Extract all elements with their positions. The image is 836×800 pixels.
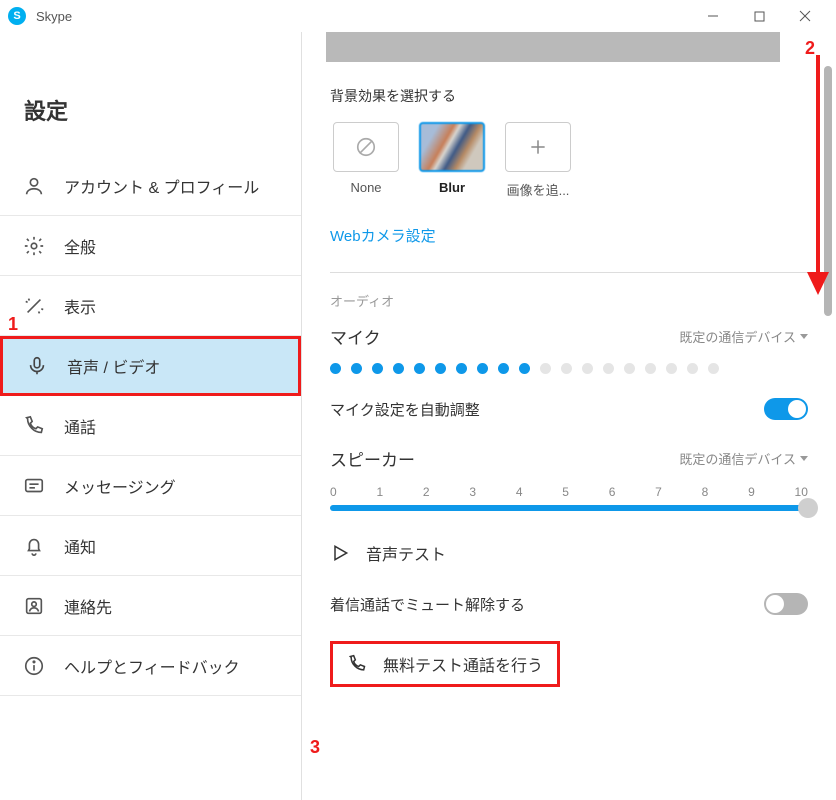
mic-level-indicator bbox=[330, 363, 808, 374]
sidebar-item-label: 全般 bbox=[64, 234, 96, 258]
minimize-button[interactable] bbox=[690, 2, 736, 30]
microphone-label: マイク bbox=[330, 324, 381, 349]
person-icon bbox=[22, 174, 46, 198]
sidebar-item-label: 連絡先 bbox=[64, 594, 112, 618]
callout-1: 1 bbox=[8, 314, 18, 335]
audio-test-button[interactable]: 音声テスト bbox=[330, 531, 808, 575]
phone-icon bbox=[22, 414, 46, 438]
sidebar-item-calling[interactable]: 通話 bbox=[0, 396, 301, 456]
bg-option-blur[interactable]: Blur bbox=[416, 122, 488, 199]
bg-option-none[interactable]: None bbox=[330, 122, 402, 199]
scroll-down-arrow bbox=[803, 50, 833, 298]
settings-title: 設定 bbox=[0, 32, 301, 156]
chevron-down-icon bbox=[800, 456, 808, 461]
free-test-call-button[interactable]: 無料テスト通話を行う bbox=[330, 641, 560, 687]
divider bbox=[330, 272, 808, 273]
sidebar-item-label: 表示 bbox=[64, 294, 96, 318]
titlebar: S Skype bbox=[0, 0, 836, 32]
sidebar-item-label: メッセージング bbox=[64, 474, 176, 498]
sidebar-item-label: ヘルプとフィードバック bbox=[64, 654, 240, 678]
slider-knob[interactable] bbox=[798, 498, 818, 518]
auto-adjust-toggle[interactable] bbox=[764, 398, 808, 420]
sidebar-item-account[interactable]: アカウント & プロフィール bbox=[0, 156, 301, 216]
bg-option-label: Blur bbox=[439, 180, 465, 195]
content-panel: 背景効果を選択する None Blur 画像を追... bbox=[302, 32, 836, 800]
sidebar-item-help[interactable]: ヘルプとフィードバック bbox=[0, 636, 301, 696]
wand-icon bbox=[22, 294, 46, 318]
video-preview-bottom bbox=[326, 32, 780, 62]
info-icon bbox=[22, 654, 46, 678]
skype-icon: S bbox=[8, 7, 26, 25]
message-icon bbox=[22, 474, 46, 498]
bg-option-label: 画像を追... bbox=[507, 180, 570, 199]
sidebar-item-contacts[interactable]: 連絡先 bbox=[0, 576, 301, 636]
play-icon bbox=[330, 543, 350, 563]
speaker-device-select[interactable]: 既定の通信デバイス bbox=[679, 449, 808, 468]
chevron-down-icon bbox=[800, 334, 808, 339]
speaker-label: スピーカー bbox=[330, 446, 415, 471]
sidebar-item-label: アカウント & プロフィール bbox=[64, 174, 259, 198]
bell-icon bbox=[22, 534, 46, 558]
sidebar-item-messaging[interactable]: メッセージング bbox=[0, 456, 301, 516]
bg-option-label: None bbox=[350, 180, 381, 195]
sidebar-item-label: 通話 bbox=[64, 414, 96, 438]
auto-adjust-label: マイク設定を自動調整 bbox=[330, 399, 480, 420]
sidebar-item-label: 通知 bbox=[64, 534, 96, 558]
microphone-device-select[interactable]: 既定の通信デバイス bbox=[679, 327, 808, 346]
contacts-icon bbox=[22, 594, 46, 618]
background-effect-label: 背景効果を選択する bbox=[330, 86, 808, 106]
sidebar-item-general[interactable]: 全般 bbox=[0, 216, 301, 276]
sidebar: 設定 アカウント & プロフィール 全般 表示 音声 / ビデオ bbox=[0, 32, 302, 800]
webcam-settings-link[interactable]: Webカメラ設定 bbox=[330, 225, 436, 246]
speaker-volume-slider[interactable]: 012345678910 bbox=[330, 485, 808, 511]
maximize-button[interactable] bbox=[736, 2, 782, 30]
audio-section-label: オーディオ bbox=[330, 291, 808, 310]
unmute-incoming-label: 着信通話でミュート解除する bbox=[330, 594, 525, 615]
microphone-icon bbox=[25, 354, 49, 378]
unmute-incoming-toggle[interactable] bbox=[764, 593, 808, 615]
close-button[interactable] bbox=[782, 2, 828, 30]
plus-icon bbox=[528, 137, 548, 157]
phone-icon bbox=[347, 654, 367, 674]
sidebar-item-appearance[interactable]: 表示 bbox=[0, 276, 301, 336]
sidebar-item-notifications[interactable]: 通知 bbox=[0, 516, 301, 576]
sidebar-item-label: 音声 / ビデオ bbox=[67, 354, 160, 378]
app-name: Skype bbox=[36, 9, 72, 24]
none-icon bbox=[355, 136, 377, 158]
gear-icon bbox=[22, 234, 46, 258]
callout-3: 3 bbox=[310, 737, 320, 758]
sidebar-item-audio-video[interactable]: 音声 / ビデオ bbox=[0, 336, 301, 396]
bg-option-add[interactable]: 画像を追... bbox=[502, 122, 574, 199]
